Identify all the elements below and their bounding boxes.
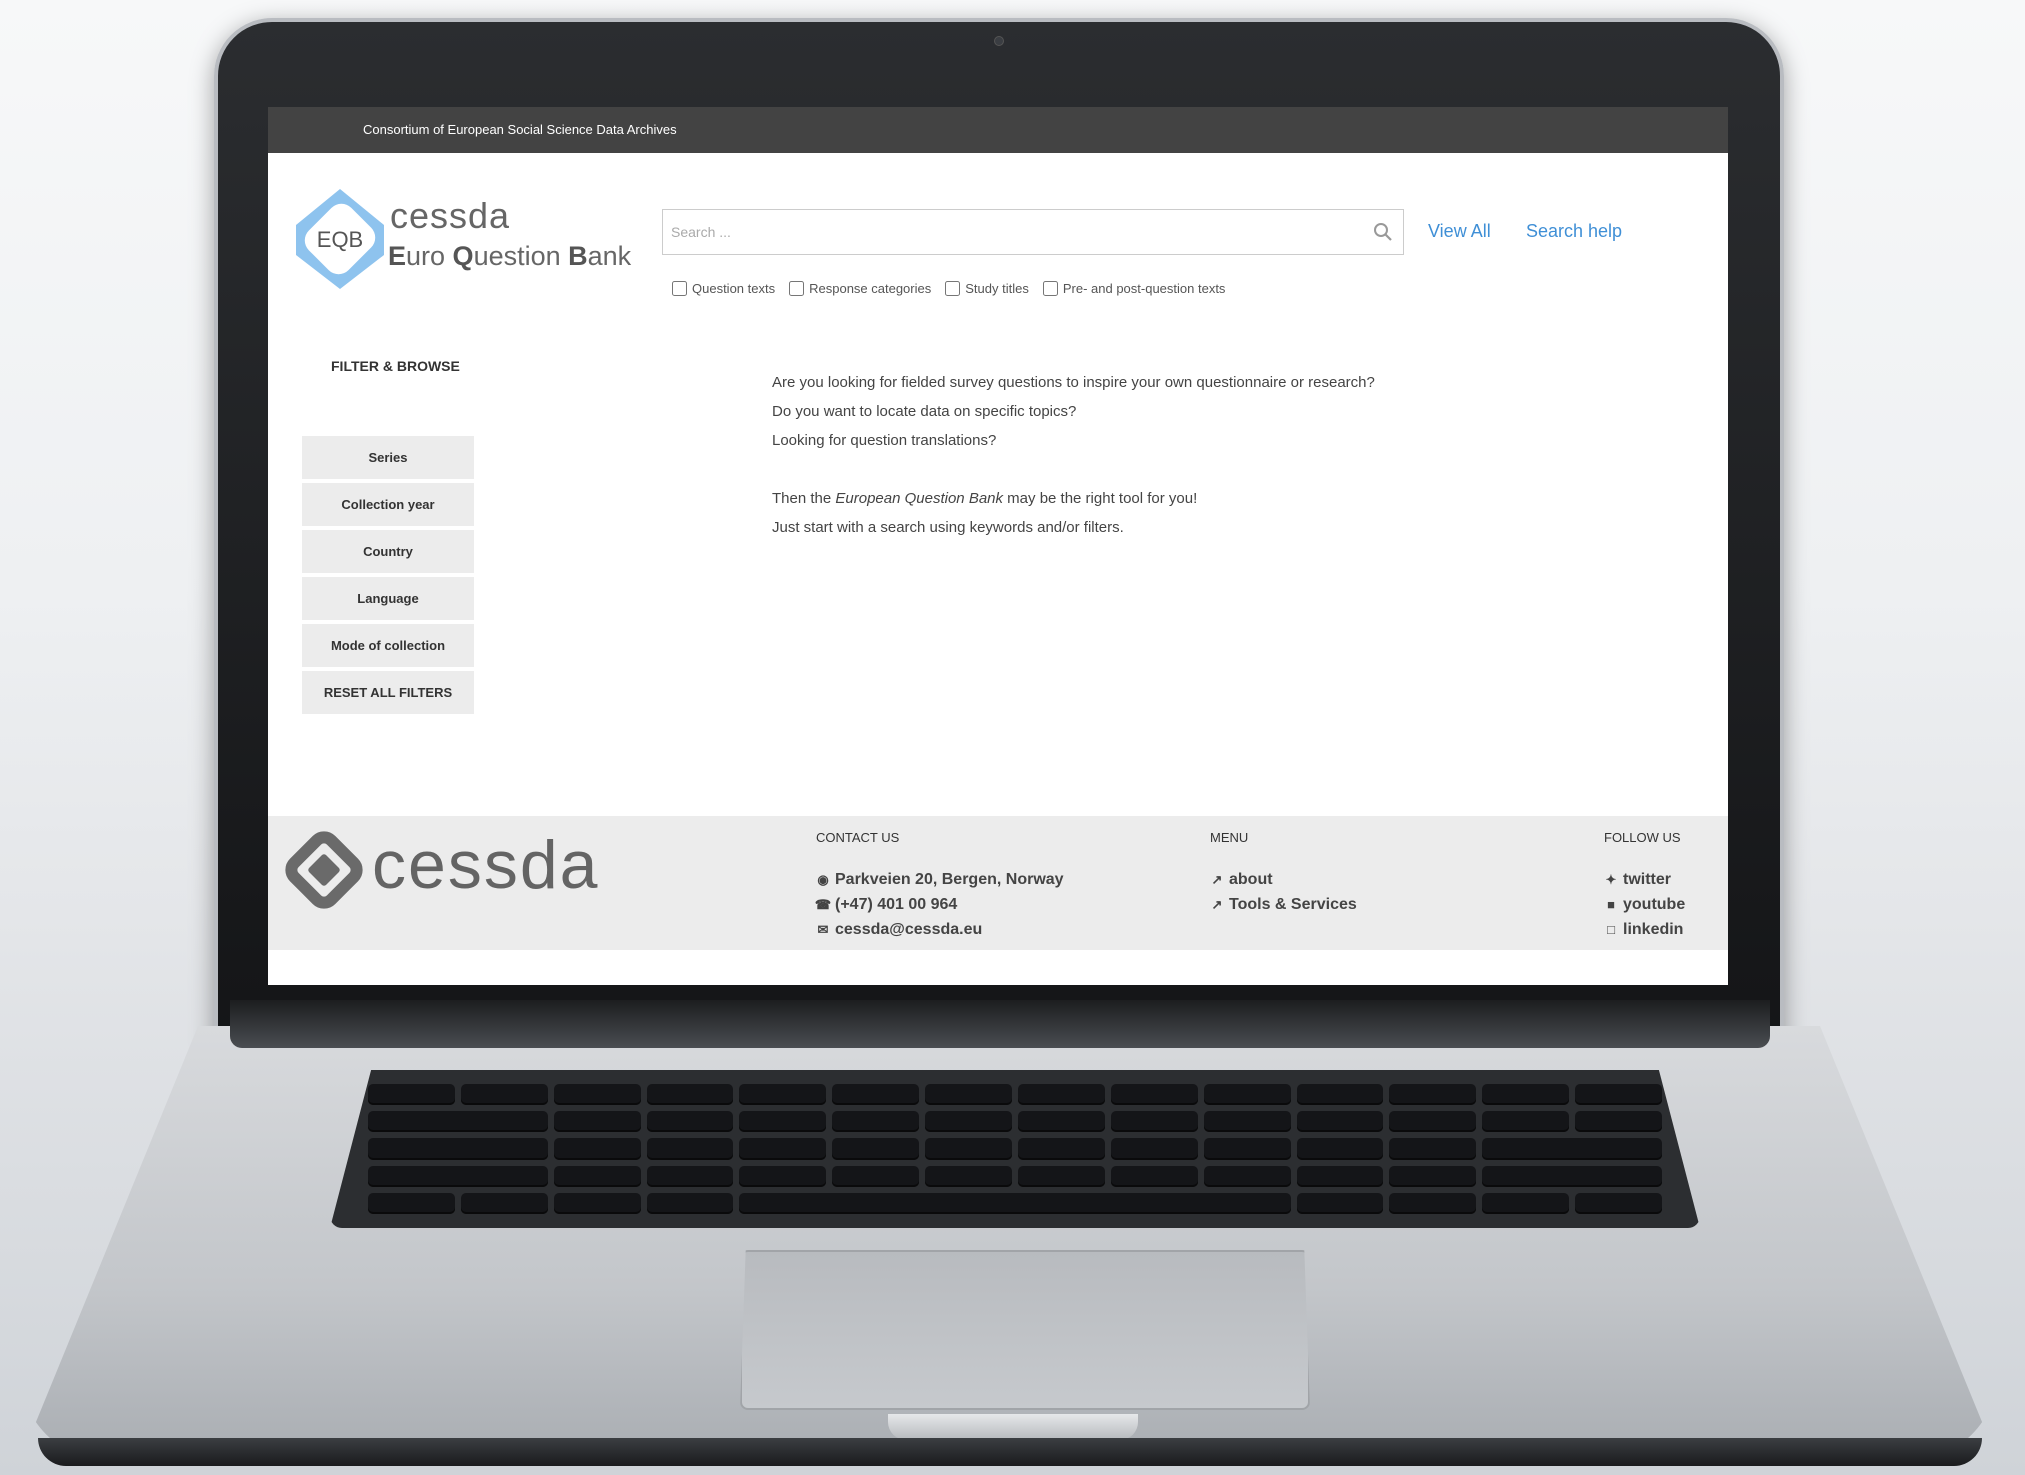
trackpad [740,1250,1310,1410]
browser-screen: Consortium of European Social Science Da… [268,107,1728,985]
intro-line: Looking for question translations? [772,432,997,449]
site-header: EQB cessda Euro Question Bank View All S… [268,153,1728,328]
view-all-link[interactable]: View All [1428,221,1491,242]
footer-menu: MENU ↗ about ↗ Tools & Services [1210,830,1357,917]
phone-icon: ☎ [814,897,832,912]
keyboard [330,1070,1700,1228]
question-texts-checkbox[interactable] [672,281,687,296]
pre-post-texts-checkbox[interactable] [1042,281,1058,296]
laptop-base-edge [38,1438,1982,1466]
map-pin-icon: ◉ [817,872,829,887]
filter-country-button[interactable]: Country [302,530,474,573]
study-titles-checkbox[interactable] [945,281,961,296]
external-link-icon: ↗ [1211,897,1223,912]
cessda-footer-logo-icon[interactable] [284,828,364,912]
search-box [662,209,1404,255]
linkedin-link[interactable]: □ linkedin [1604,917,1685,942]
site-footer: cessda CONTACT US ◉ Parkveien 20, Bergen,… [268,816,1728,950]
option-study-titles[interactable]: Study titles [945,281,1029,296]
eqb-logo-icon[interactable]: EQB [290,185,390,293]
linkedin-icon: □ [1607,922,1615,937]
contact-email[interactable]: ✉ cessda@cessda.eu [816,917,1064,942]
laptop-hinge [230,1000,1770,1048]
contact-address: ◉ Parkveien 20, Bergen, Norway [817,871,1064,888]
footer-logo-text: cessda [372,827,600,903]
youtube-icon: ■ [1607,897,1615,912]
twitter-link[interactable]: ✦ twitter [1604,867,1685,892]
follow-title: FOLLOW US [1604,830,1681,845]
option-pre-post-texts[interactable]: Pre- and post-question texts [1042,281,1225,296]
contact-phone[interactable]: ☎ (+47) 401 00 964 [814,892,1064,917]
top-bar-text: Consortium of European Social Science Da… [363,122,677,137]
envelope-icon: ✉ [817,922,829,937]
menu-about-link[interactable]: ↗ about [1210,867,1357,892]
svg-text:EQB: EQB [317,227,363,252]
intro-line: Just start with a search using keywords … [772,519,1124,536]
external-link-icon: ↗ [1211,872,1223,887]
reset-all-filters-button[interactable]: RESET ALL FILTERS [302,671,474,714]
filter-series-button[interactable]: Series [302,436,474,479]
main-content: FILTER & BROWSE Series Collection year C… [268,328,1728,857]
contact-title: CONTACT US [816,830,900,845]
filter-language-button[interactable]: Language [302,577,474,620]
search-input[interactable] [663,210,1363,254]
filter-collection-year-button[interactable]: Collection year [302,483,474,526]
menu-tools-services-link[interactable]: ↗ Tools & Services [1210,892,1357,917]
option-question-texts[interactable]: Question texts [672,281,775,296]
search-options: Question texts Response categories Study… [672,281,1225,296]
intro-line: Then the European Question Bank may be t… [772,490,1198,507]
option-response-categories[interactable]: Response categories [789,281,931,296]
logo-product-name: Euro Question Bank [388,241,632,271]
filter-list: Series Collection year Country Language … [302,436,474,718]
lid-notch [888,1414,1138,1440]
intro-text: Are you looking for fielded survey quest… [772,368,1375,542]
footer-contact: CONTACT US ◉ Parkveien 20, Bergen, Norway… [814,830,1064,942]
twitter-icon: ✦ [1605,872,1617,887]
intro-line: Are you looking for fielded survey quest… [772,374,1375,391]
youtube-link[interactable]: ■ youtube [1604,892,1685,917]
intro-line: Do you want to locate data on specific t… [772,403,1077,420]
footer-bottom-strip [268,950,1728,985]
filter-mode-of-collection-button[interactable]: Mode of collection [302,624,474,667]
logo-cessda-text: cessda [390,195,511,236]
top-bar: Consortium of European Social Science Da… [268,107,1728,153]
camera [994,36,1004,46]
footer-follow: FOLLOW US ✦ twitter ■ youtube □ linkedin [1604,830,1685,942]
search-help-link[interactable]: Search help [1526,221,1622,242]
filter-browse-title: FILTER & BROWSE [331,358,460,374]
response-categories-checkbox[interactable] [789,281,805,296]
menu-title: MENU [1210,830,1249,845]
search-icon[interactable] [1363,222,1403,242]
